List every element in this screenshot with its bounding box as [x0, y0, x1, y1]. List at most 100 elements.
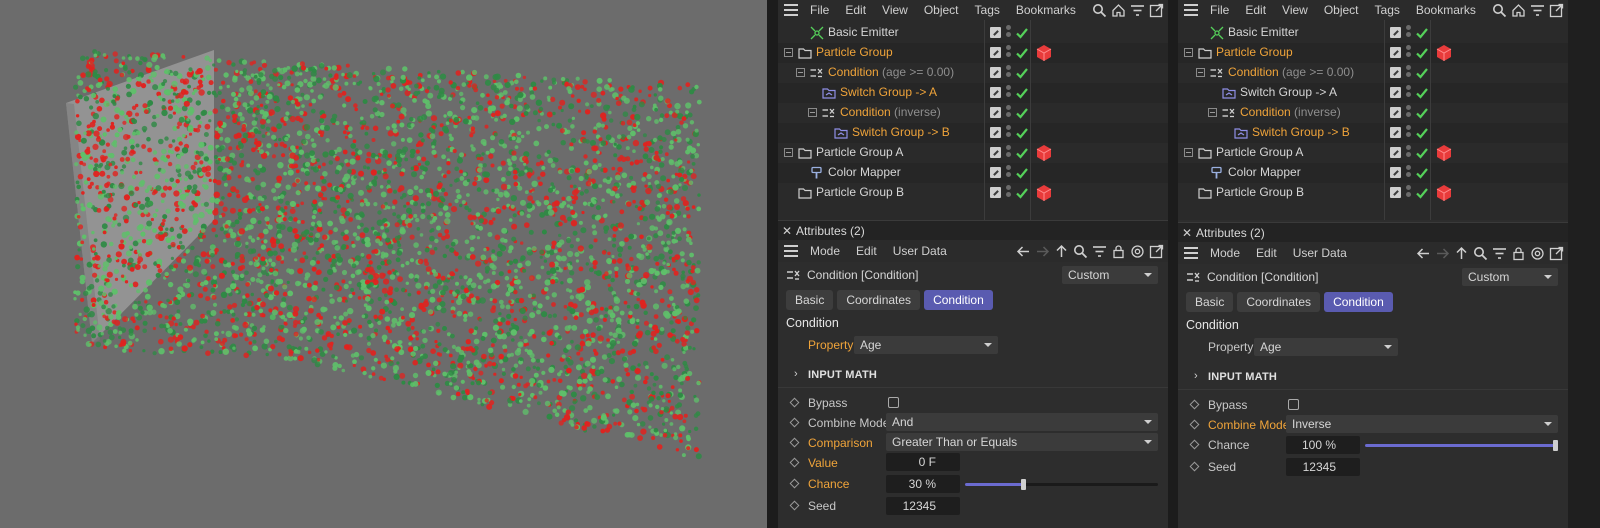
collapse-icon[interactable] [1208, 108, 1217, 117]
tree-row[interactable]: Condition (age >= 0.00) [778, 63, 1168, 83]
editor-visibility-icon[interactable] [990, 27, 1001, 38]
menu-view[interactable]: View [1274, 3, 1316, 17]
editor-visibility-icon[interactable] [990, 147, 1001, 158]
visibility-dots-icon[interactable] [1406, 25, 1411, 41]
cube-tag-icon[interactable] [1035, 44, 1053, 62]
menu-mode[interactable]: Mode [802, 244, 848, 258]
editor-visibility-icon[interactable] [1390, 107, 1401, 118]
visibility-dots-icon[interactable] [1406, 165, 1411, 181]
tree-row[interactable]: Color Mapper [1178, 163, 1568, 183]
editor-visibility-icon[interactable] [1390, 167, 1401, 178]
enabled-check-icon[interactable] [1014, 105, 1030, 121]
visibility-dots-icon[interactable] [1006, 185, 1011, 201]
new-window-icon[interactable] [1549, 3, 1564, 18]
enabled-check-icon[interactable] [1414, 25, 1430, 41]
menu-edit[interactable]: Edit [837, 3, 874, 17]
tab-basic[interactable]: Basic [1186, 292, 1234, 312]
seed-field[interactable]: 12345 [1286, 458, 1360, 476]
combine-mode-dropdown[interactable]: And [886, 413, 1158, 431]
menu-object[interactable]: Object [916, 3, 967, 17]
hamburger-menu-icon[interactable] [784, 4, 798, 16]
tree-row[interactable]: Particle Group A [778, 143, 1168, 163]
tree-row[interactable]: Particle Group B [778, 183, 1168, 203]
keyframe-icon[interactable] [789, 500, 800, 511]
preset-dropdown[interactable]: Custom [1062, 266, 1158, 284]
cube-tag-icon[interactable] [1035, 144, 1053, 162]
hamburger-menu-icon[interactable] [1184, 247, 1198, 259]
menu-user-data[interactable]: User Data [885, 244, 955, 258]
menu-edit[interactable]: Edit [848, 244, 885, 258]
enabled-check-icon[interactable] [1014, 185, 1030, 201]
home-icon[interactable] [1511, 3, 1526, 18]
input-math-group[interactable]: › INPUT MATH [1178, 364, 1568, 390]
enabled-check-icon[interactable] [1414, 125, 1430, 141]
cube-tag-icon[interactable] [1035, 184, 1053, 202]
enabled-check-icon[interactable] [1014, 145, 1030, 161]
3d-viewport[interactable] [0, 0, 767, 528]
menu-file[interactable]: File [1202, 3, 1237, 17]
new-window-icon[interactable] [1149, 244, 1164, 259]
visibility-dots-icon[interactable] [1006, 125, 1011, 141]
enabled-check-icon[interactable] [1014, 65, 1030, 81]
filter-icon[interactable] [1492, 246, 1507, 261]
collapse-icon[interactable] [796, 68, 805, 77]
visibility-dots-icon[interactable] [1406, 85, 1411, 101]
menu-edit[interactable]: Edit [1237, 3, 1274, 17]
visibility-dots-icon[interactable] [1406, 185, 1411, 201]
visibility-dots-icon[interactable] [1006, 85, 1011, 101]
keyframe-icon[interactable] [1189, 461, 1200, 472]
comparison-dropdown[interactable]: Greater Than or Equals [886, 433, 1158, 451]
tab-coordinates[interactable]: Coordinates [837, 290, 921, 310]
editor-visibility-icon[interactable] [990, 127, 1001, 138]
cube-tag-icon[interactable] [1435, 44, 1453, 62]
filter-icon[interactable] [1092, 244, 1107, 259]
tree-row[interactable]: Switch Group -> A [1178, 83, 1568, 103]
tree-row[interactable]: Condition (age >= 0.00) [1178, 63, 1568, 83]
keyframe-icon[interactable] [1189, 399, 1200, 410]
menu-file[interactable]: File [802, 3, 837, 17]
enabled-check-icon[interactable] [1014, 25, 1030, 41]
editor-visibility-icon[interactable] [1390, 147, 1401, 158]
menu-bookmarks[interactable]: Bookmarks [1008, 3, 1084, 17]
enabled-check-icon[interactable] [1014, 165, 1030, 181]
collapse-icon[interactable] [808, 108, 817, 117]
visibility-dots-icon[interactable] [1406, 65, 1411, 81]
menu-bookmarks[interactable]: Bookmarks [1408, 3, 1484, 17]
tree-row[interactable]: Color Mapper [778, 163, 1168, 183]
keyframe-icon[interactable] [789, 417, 800, 428]
enabled-check-icon[interactable] [1014, 125, 1030, 141]
collapse-icon[interactable] [1184, 148, 1193, 157]
new-window-icon[interactable] [1549, 246, 1564, 261]
hamburger-menu-icon[interactable] [1184, 4, 1198, 16]
editor-visibility-icon[interactable] [990, 47, 1001, 58]
visibility-dots-icon[interactable] [1006, 105, 1011, 121]
cube-tag-icon[interactable] [1435, 184, 1453, 202]
chance-slider-knob[interactable] [1020, 479, 1026, 490]
editor-visibility-icon[interactable] [1390, 87, 1401, 98]
menu-tags[interactable]: Tags [1367, 3, 1408, 17]
tree-row[interactable]: Condition (inverse) [778, 103, 1168, 123]
input-math-group[interactable]: › INPUT MATH [778, 362, 1168, 388]
tab-basic[interactable]: Basic [786, 290, 834, 310]
editor-visibility-icon[interactable] [1390, 27, 1401, 38]
search-icon[interactable] [1492, 3, 1507, 18]
keyframe-icon[interactable] [1189, 419, 1200, 430]
tab-coordinates[interactable]: Coordinates [1237, 292, 1321, 312]
enabled-check-icon[interactable] [1414, 45, 1430, 61]
tree-row[interactable]: Particle Group [778, 43, 1168, 63]
seed-field[interactable]: 12345 [886, 497, 960, 515]
bypass-checkbox[interactable] [888, 397, 899, 408]
close-icon[interactable]: ✕ [1178, 226, 1196, 240]
target-icon[interactable] [1530, 246, 1545, 261]
editor-visibility-icon[interactable] [990, 167, 1001, 178]
forward-arrow-icon[interactable] [1035, 244, 1050, 259]
chance-slider[interactable] [1365, 440, 1558, 451]
search-icon[interactable] [1092, 3, 1107, 18]
menu-mode[interactable]: Mode [1202, 246, 1248, 260]
enabled-check-icon[interactable] [1414, 105, 1430, 121]
editor-visibility-icon[interactable] [990, 67, 1001, 78]
editor-visibility-icon[interactable] [1390, 127, 1401, 138]
up-arrow-icon[interactable] [1454, 246, 1469, 261]
visibility-dots-icon[interactable] [1406, 105, 1411, 121]
tree-row[interactable]: Basic Emitter [1178, 23, 1568, 43]
